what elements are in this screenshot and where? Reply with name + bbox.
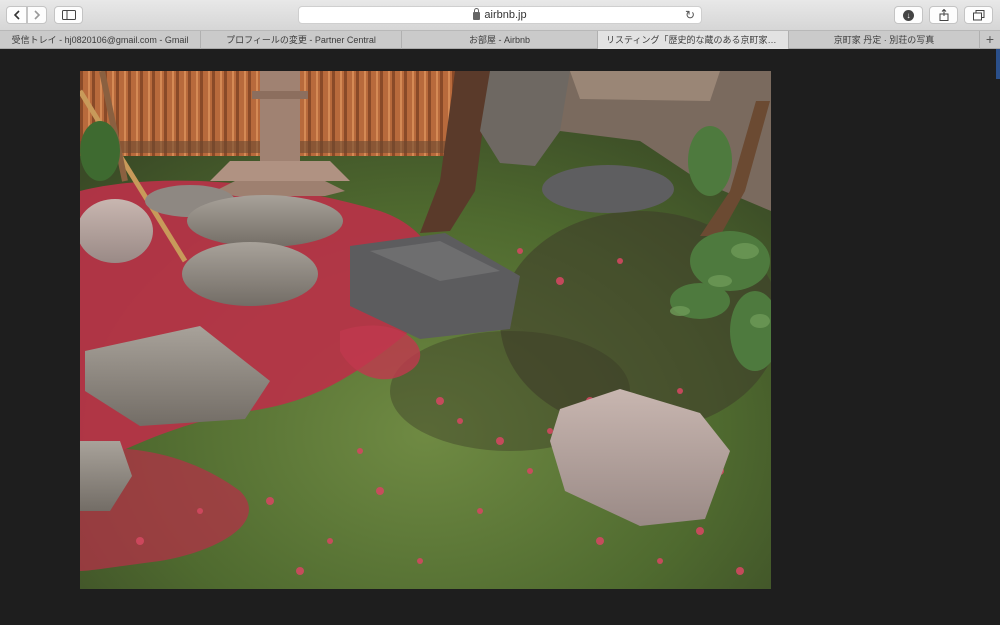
garden-photo-illustration xyxy=(80,71,771,589)
tab-gmail[interactable]: 受信トレイ - hj0820106@gmail.com - Gmail xyxy=(0,31,201,49)
forward-button[interactable] xyxy=(27,6,47,24)
listing-photo[interactable] xyxy=(80,71,771,589)
download-icon: ↓ xyxy=(903,9,914,21)
sidebar-button[interactable] xyxy=(54,6,83,24)
tab-partner-central[interactable]: プロフィールの変更 - Partner Central xyxy=(201,31,402,49)
tab-photos[interactable]: 京町家 丹定 · 別荘の写真 xyxy=(789,31,980,49)
tab-airbnb-rooms[interactable]: お部屋 - Airbnb xyxy=(402,31,598,49)
tab-listing-active[interactable]: リスティング「歴史的な蔵のある京町家「丹定… xyxy=(598,31,789,49)
sidebar-icon xyxy=(61,10,76,20)
tab-bar: 受信トレイ - hj0820106@gmail.com - Gmail プロフィ… xyxy=(0,30,1000,49)
chevron-left-icon xyxy=(13,10,20,20)
address-bar[interactable]: airbnb.jp ↻ xyxy=(298,6,702,24)
browser-toolbar: airbnb.jp ↻ ↓ xyxy=(0,0,1000,30)
chevron-right-icon xyxy=(34,10,41,20)
scrollbar-indicator[interactable] xyxy=(996,49,1000,79)
page-content xyxy=(0,49,1000,625)
reload-icon[interactable]: ↻ xyxy=(685,8,695,22)
url-text: airbnb.jp xyxy=(484,9,527,21)
download-button[interactable]: ↓ xyxy=(894,6,923,24)
lock-icon xyxy=(473,8,481,20)
new-tab-button[interactable]: + xyxy=(980,31,1000,48)
back-button[interactable] xyxy=(6,6,27,24)
share-button[interactable] xyxy=(929,6,958,24)
tab-overview-button[interactable] xyxy=(964,6,993,24)
share-icon xyxy=(939,9,948,21)
tabs-overview-icon xyxy=(972,9,984,20)
